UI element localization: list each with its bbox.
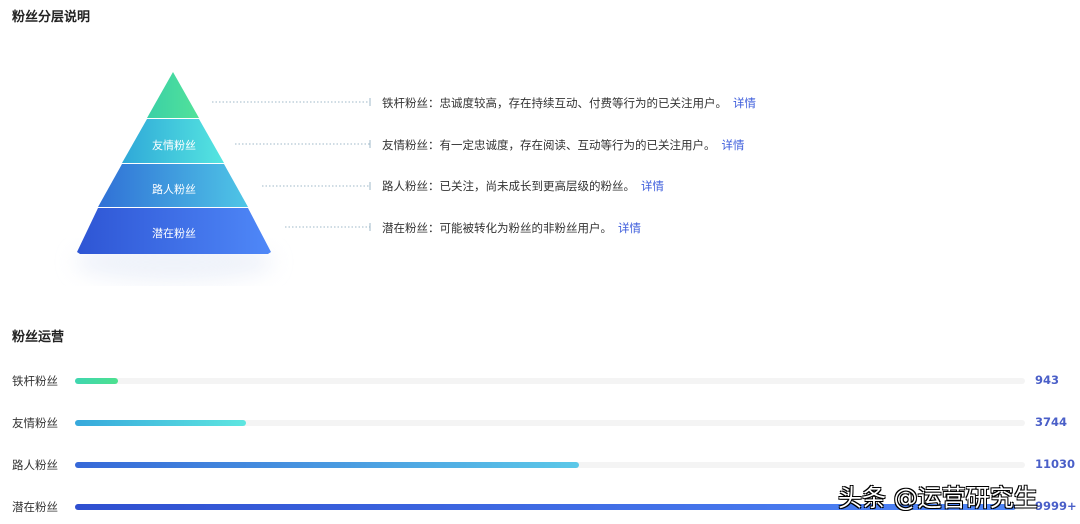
desc-text: 路人粉丝：已关注，尚未成长到更高层级的粉丝。	[382, 179, 635, 193]
pyramid-label-qianzai: 潜在粉丝	[152, 227, 196, 240]
desc-text: 潜在粉丝：可能被转化为粉丝的非粉丝用户。	[382, 221, 612, 235]
progress-fill	[75, 420, 246, 426]
layer-desc-qianzai: 潜在粉丝：可能被转化为粉丝的非粉丝用户。 详情	[382, 220, 641, 236]
fan-ops-row: 友情粉丝 3744	[0, 415, 1080, 431]
row-value: 11030	[1035, 457, 1076, 471]
layer-desc-youqing: 友情粉丝：有一定忠诚度，存在阅读、互动等行为的已关注用户。 详情	[382, 137, 745, 153]
progress-track	[75, 462, 1025, 468]
watermark: 头条 @运营研究生	[838, 484, 1038, 512]
desc-text: 友情粉丝：有一定忠诚度，存在阅读、互动等行为的已关注用户。	[382, 138, 716, 152]
row-label: 潜在粉丝	[12, 500, 58, 514]
layer-desc-luren: 路人粉丝：已关注，尚未成长到更高层级的粉丝。 详情	[382, 178, 664, 194]
detail-link[interactable]: 详情	[722, 138, 745, 152]
pyramid-layer-tiegan	[147, 72, 199, 118]
row-value: 3744	[1035, 415, 1068, 429]
layer-desc-tiegan: 铁杆粉丝：忠诚度较高，存在持续互动、付费等行为的已关注用户。 详情	[382, 95, 756, 111]
progress-track	[75, 378, 1025, 384]
desc-text: 铁杆粉丝：忠诚度较高，存在持续互动、付费等行为的已关注用户。	[382, 96, 727, 110]
pyramid-label-luren: 路人粉丝	[152, 183, 196, 196]
row-label: 友情粉丝	[12, 416, 58, 430]
row-label: 路人粉丝	[12, 458, 58, 472]
pyramid-label-youqing: 友情粉丝	[152, 139, 196, 152]
detail-link[interactable]: 详情	[733, 96, 756, 110]
ops-section-title: 粉丝运营	[12, 330, 65, 345]
progress-track	[75, 420, 1025, 426]
fan-ops-row: 铁杆粉丝 943	[0, 373, 1080, 389]
fan-ops-row: 路人粉丝 11030	[0, 457, 1080, 473]
progress-fill	[75, 462, 579, 468]
row-value: 943	[1035, 373, 1060, 387]
progress-fill	[75, 378, 118, 384]
row-label: 铁杆粉丝	[12, 374, 58, 388]
row-value: 9999+	[1035, 499, 1077, 513]
detail-link[interactable]: 详情	[641, 179, 664, 193]
detail-link[interactable]: 详情	[618, 221, 641, 235]
